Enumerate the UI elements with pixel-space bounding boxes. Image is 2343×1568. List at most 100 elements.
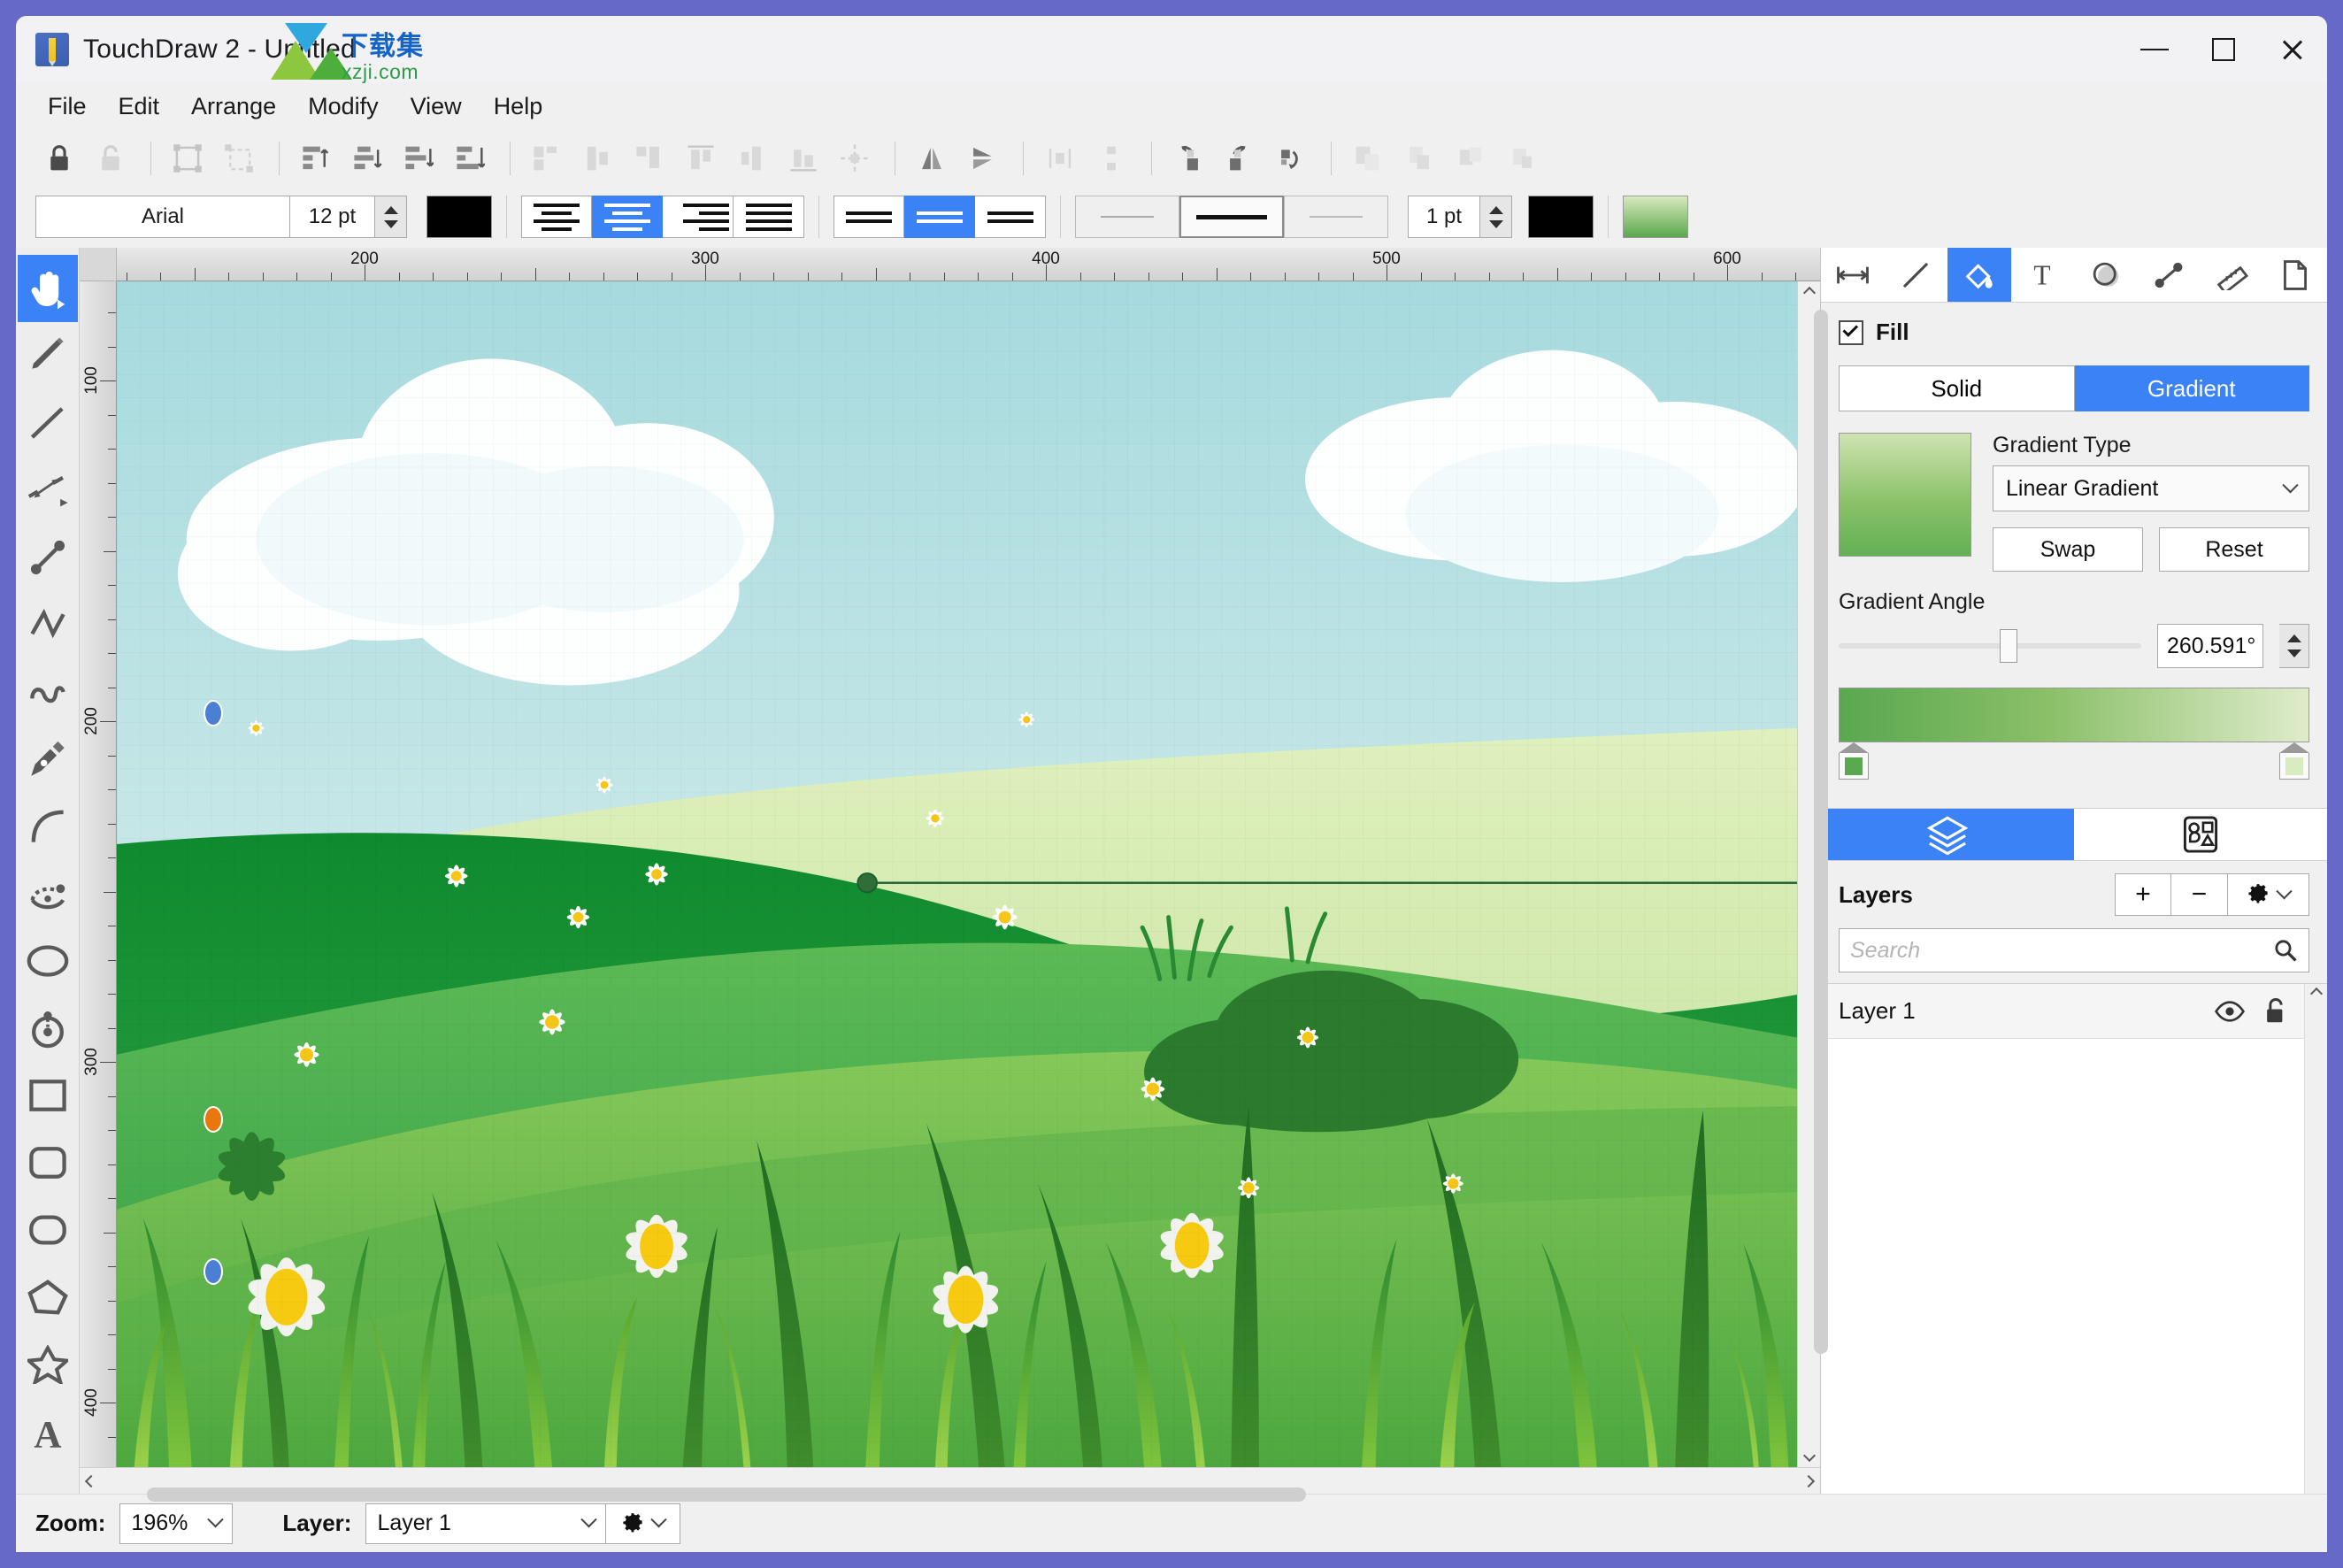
tool-polygon[interactable] [18, 1264, 78, 1331]
menu-item-edit[interactable]: Edit [106, 88, 173, 126]
text-color-swatch[interactable] [426, 196, 492, 238]
tab-shapes[interactable] [2074, 809, 2327, 860]
add-layer-button[interactable]: + [2115, 873, 2171, 916]
tab-fill[interactable] [1947, 248, 2011, 302]
tool-pie[interactable] [18, 995, 78, 1062]
unlock-icon[interactable] [2263, 997, 2288, 1026]
gradient-bar[interactable] [1839, 688, 2309, 742]
tab-document[interactable] [2264, 248, 2328, 302]
scroll-up-icon[interactable] [1798, 281, 1821, 304]
gradient-angle-stepper[interactable] [2279, 624, 2309, 668]
vertical-scrollbar[interactable] [1797, 281, 1828, 1467]
tool-connector[interactable] [18, 524, 78, 591]
tool-dimension[interactable] [18, 457, 78, 524]
vertical-scroll-thumb[interactable] [1813, 310, 1828, 1354]
flip-horizontal-icon[interactable] [908, 135, 956, 181]
tool-star[interactable] [18, 1331, 78, 1398]
scroll-right-icon[interactable] [1797, 1470, 1820, 1493]
font-name-combo[interactable]: Arial [35, 196, 290, 238]
fill-checkbox[interactable] [1839, 319, 1863, 345]
align-left-icon[interactable] [292, 135, 340, 181]
line-width-stepper[interactable] [1480, 196, 1512, 238]
line-width-combo[interactable]: 1 pt [1408, 196, 1480, 238]
align-right-icon[interactable] [395, 135, 442, 181]
close-button[interactable] [2258, 16, 2327, 82]
layers-search-input[interactable]: Search [1839, 928, 2309, 972]
handle-blue-top[interactable] [204, 700, 223, 726]
tool-text[interactable]: A [18, 1398, 78, 1465]
horizontal-ruler[interactable]: 200 300 400 500 600 [117, 248, 1820, 281]
font-size-decrease-icon[interactable] [383, 219, 398, 228]
tool-rounded-rect[interactable] [18, 1129, 78, 1196]
gradient-stop-end[interactable] [2279, 742, 2309, 780]
tab-stroke[interactable] [1885, 248, 1948, 302]
layer-combo[interactable]: Layer 1 [365, 1503, 607, 1544]
gradient-angle-slider[interactable] [1839, 629, 2141, 663]
angle-increase-icon[interactable] [2286, 634, 2301, 642]
gradient-type-select[interactable]: Linear Gradient [1993, 465, 2309, 511]
scroll-left-icon[interactable] [80, 1470, 103, 1493]
swap-button[interactable]: Swap [1993, 527, 2143, 572]
line-width-increase-icon[interactable] [1488, 205, 1503, 214]
handle-blue-bottom[interactable] [204, 1258, 223, 1285]
align-text-left-icon[interactable] [521, 196, 592, 238]
line-width-decrease-icon[interactable] [1488, 219, 1503, 228]
line-style-solid-icon[interactable] [1179, 196, 1284, 238]
zoom-combo[interactable]: 196% [119, 1503, 234, 1544]
layers-list-scrollbar[interactable] [2304, 984, 2327, 1494]
gradient-preview-swatch[interactable] [1839, 433, 1971, 557]
tab-text[interactable]: T [2011, 248, 2075, 302]
valign-bottom-icon[interactable] [975, 196, 1046, 238]
flip-vertical-icon[interactable] [959, 135, 1007, 181]
layer-settings-button[interactable] [606, 1503, 681, 1544]
tool-pencil[interactable] [18, 322, 78, 389]
horizontal-scroll-thumb[interactable] [147, 1487, 1306, 1502]
artboard[interactable] [117, 281, 1797, 1467]
font-size-increase-icon[interactable] [383, 205, 398, 214]
tool-arc[interactable] [18, 793, 78, 860]
line-style-thin-icon[interactable] [1075, 196, 1179, 238]
minimize-button[interactable] [2120, 16, 2189, 82]
menu-item-arrange[interactable]: Arrange [179, 88, 288, 126]
rotate-ccw-icon[interactable] [1164, 135, 1212, 181]
horizontal-scrollbar[interactable] [80, 1467, 1820, 1502]
font-size-stepper[interactable] [375, 196, 407, 238]
canvas-viewport[interactable] [117, 281, 1797, 1467]
tool-rounded-rect-2[interactable] [18, 1196, 78, 1264]
align-text-right-icon[interactable] [663, 196, 734, 238]
line-style-hairline-icon[interactable] [1284, 196, 1388, 238]
align-center-h-icon[interactable] [343, 135, 391, 181]
menu-item-file[interactable]: File [35, 88, 99, 126]
gradient-angle-knob[interactable] [1999, 629, 2017, 663]
gradient-angle-input[interactable]: 260.591° [2157, 624, 2263, 668]
tool-curve[interactable] [18, 658, 78, 726]
tool-arc-pie[interactable] [18, 860, 78, 927]
gradient-stop-start[interactable] [1839, 742, 1869, 780]
vertical-ruler[interactable]: 100 200 300 400 [80, 281, 117, 1467]
tool-polyline[interactable] [18, 591, 78, 658]
layer-options-button[interactable] [2228, 873, 2309, 916]
rotate-cw-icon[interactable] [1216, 135, 1264, 181]
lock-icon[interactable] [35, 135, 83, 181]
menu-item-view[interactable]: View [398, 88, 474, 126]
tool-ellipse[interactable] [18, 927, 78, 995]
line-color-swatch[interactable] [1528, 196, 1594, 238]
valign-middle-icon[interactable] [904, 196, 975, 238]
menu-item-help[interactable]: Help [481, 88, 556, 126]
tab-layers[interactable] [1821, 809, 2074, 860]
tool-line[interactable] [18, 389, 78, 457]
fill-mode-solid[interactable]: Solid [1839, 365, 2075, 411]
fill-gradient-swatch[interactable] [1623, 196, 1688, 238]
rotate-reset-icon[interactable] [1267, 135, 1315, 181]
tool-pen[interactable] [18, 726, 78, 793]
list-item[interactable]: Layer 1 [1821, 984, 2304, 1039]
tool-select-hand[interactable] [17, 255, 78, 322]
menu-item-modify[interactable]: Modify [296, 88, 391, 126]
tab-size[interactable] [1821, 248, 1885, 302]
distribute-icon[interactable] [446, 135, 494, 181]
tab-shadow[interactable] [2074, 248, 2138, 302]
align-text-justify-icon[interactable] [734, 196, 804, 238]
scroll-down-icon[interactable] [1798, 1444, 1821, 1467]
angle-decrease-icon[interactable] [2286, 649, 2301, 657]
fill-mode-gradient[interactable]: Gradient [2074, 365, 2309, 411]
